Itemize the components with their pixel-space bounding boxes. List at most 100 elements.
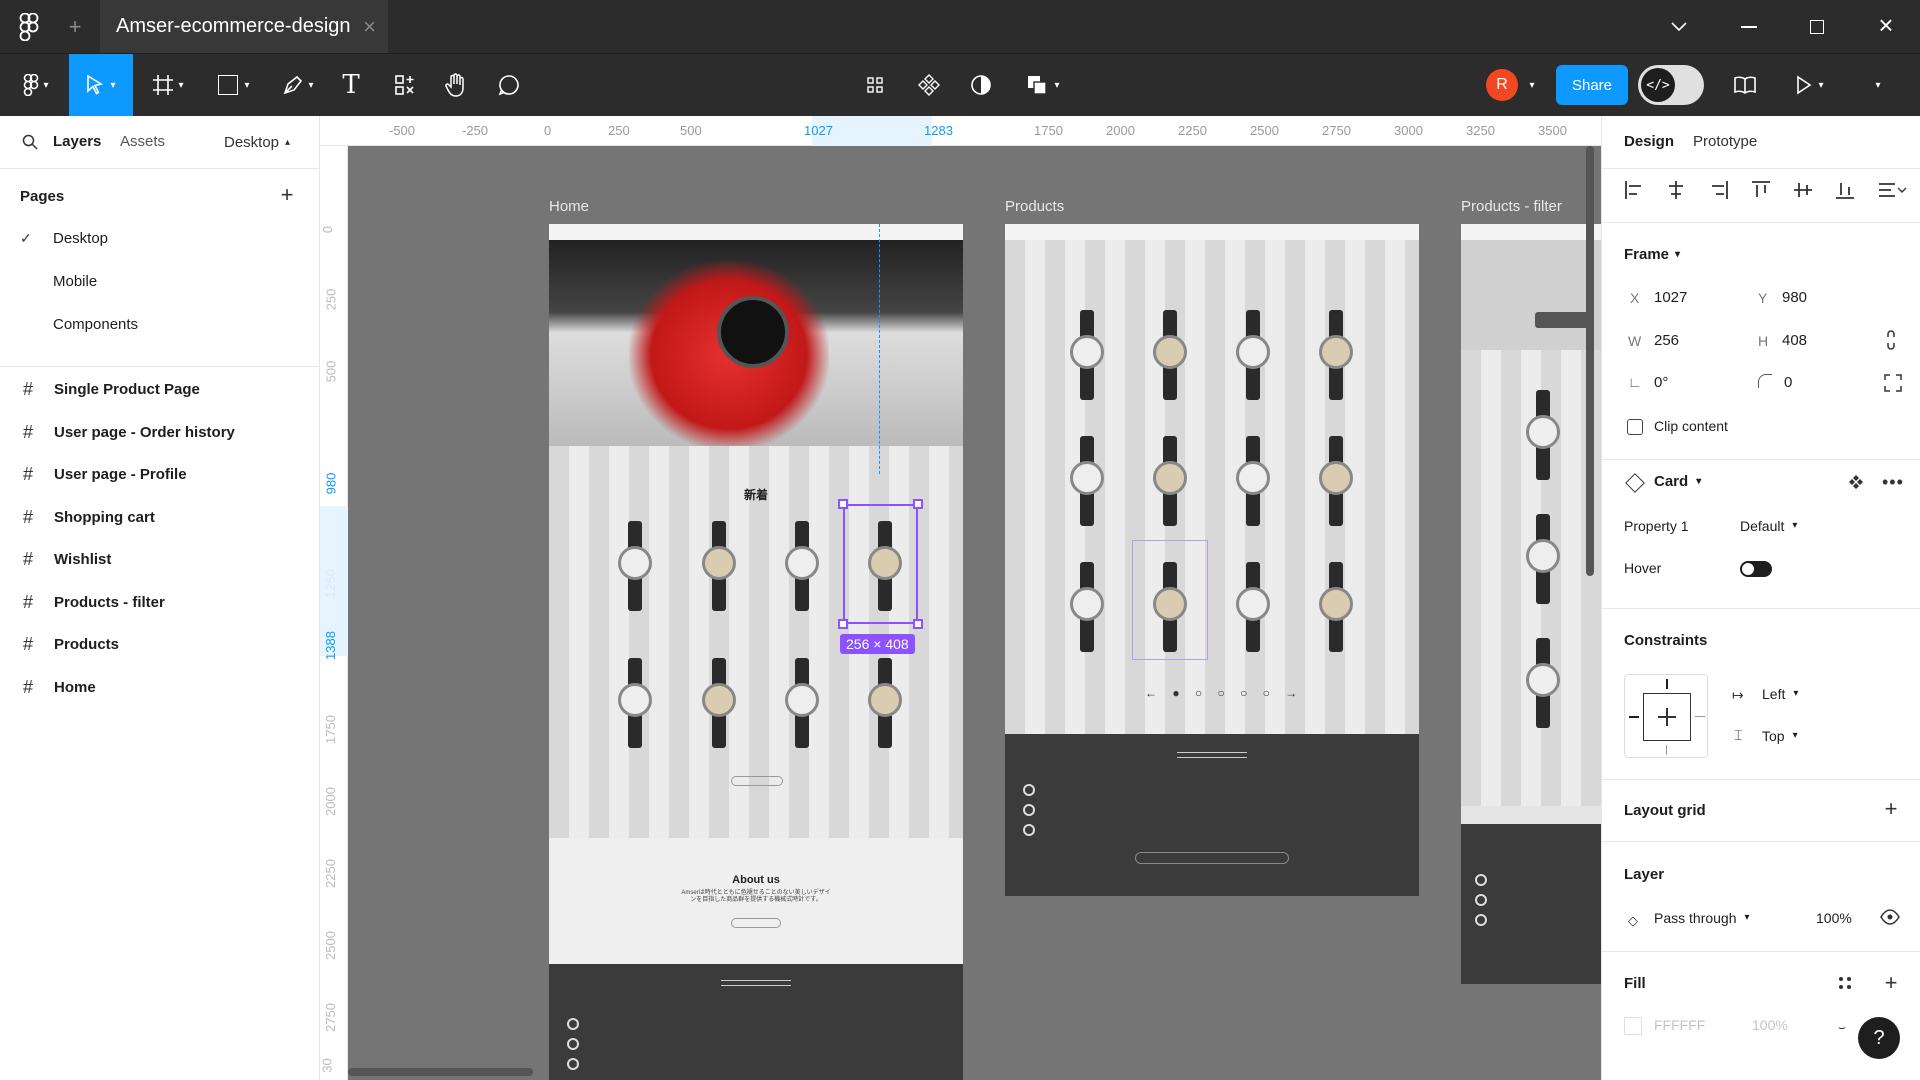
frame-section-header[interactable]: Frame ▾ bbox=[1624, 246, 1680, 264]
align-right-icon[interactable] bbox=[1709, 180, 1731, 202]
radius-field[interactable]: 0 bbox=[1784, 374, 1792, 391]
align-left-icon[interactable] bbox=[1624, 180, 1646, 202]
chevron-down-icon[interactable] bbox=[1666, 14, 1692, 40]
vertical-constraint-dropdown[interactable]: Top ▾ bbox=[1762, 728, 1798, 744]
main-menu-icon[interactable]: ▾ bbox=[16, 70, 56, 100]
frame-label-products[interactable]: Products bbox=[1005, 198, 1064, 215]
social-icon[interactable] bbox=[567, 1038, 579, 1050]
selection-box[interactable] bbox=[843, 504, 918, 624]
resize-handle[interactable] bbox=[913, 619, 923, 629]
page-item-components[interactable]: Components bbox=[53, 316, 138, 334]
product-watch[interactable] bbox=[1150, 436, 1190, 526]
pen-tool-icon[interactable]: ▾ bbox=[276, 70, 320, 100]
layer-item-order-history[interactable]: # User page - Order history bbox=[20, 422, 235, 443]
property-dropdown[interactable]: Default ▾ bbox=[1740, 518, 1797, 534]
product-watch[interactable] bbox=[615, 658, 655, 748]
about-more-button[interactable] bbox=[731, 918, 781, 928]
w-field[interactable]: 256 bbox=[1654, 332, 1679, 349]
styles-icon[interactable] bbox=[1838, 976, 1856, 994]
more-options-icon[interactable]: ••• bbox=[1882, 472, 1904, 493]
frame-tool-icon[interactable]: ▾ bbox=[146, 70, 190, 100]
product-watch[interactable] bbox=[782, 521, 822, 611]
product-watch[interactable] bbox=[1523, 514, 1563, 604]
social-icon[interactable] bbox=[567, 1058, 579, 1070]
page-selector[interactable]: Desktop ▴ bbox=[224, 134, 290, 152]
product-watch[interactable] bbox=[1067, 436, 1107, 526]
eye-icon[interactable] bbox=[1880, 909, 1902, 927]
library-icon[interactable] bbox=[1730, 70, 1760, 100]
layer-item-profile[interactable]: # User page - Profile bbox=[20, 464, 187, 485]
hover-toggle[interactable] bbox=[1740, 561, 1772, 577]
zoom-dropdown[interactable]: ▾ bbox=[1850, 70, 1900, 100]
tab-layers[interactable]: Layers bbox=[53, 133, 101, 150]
share-button[interactable]: Share bbox=[1556, 65, 1628, 105]
product-watch[interactable] bbox=[1523, 390, 1563, 480]
go-to-main-component-icon[interactable] bbox=[1848, 474, 1866, 492]
layer-item-shopping-cart[interactable]: # Shopping cart bbox=[20, 507, 155, 528]
product-watch[interactable] bbox=[699, 521, 739, 611]
fill-opacity-field[interactable]: 100% bbox=[1752, 1017, 1788, 1033]
maximize-icon[interactable] bbox=[1804, 14, 1830, 40]
social-icon[interactable] bbox=[1023, 804, 1035, 816]
align-center-v-icon[interactable] bbox=[1793, 180, 1815, 202]
products-filter-frame[interactable] bbox=[1461, 224, 1601, 984]
product-watch[interactable] bbox=[1316, 436, 1356, 526]
create-component-icon[interactable] bbox=[914, 70, 944, 100]
fill-hex-field[interactable]: FFFFFF bbox=[1654, 1017, 1705, 1033]
product-watch[interactable] bbox=[782, 658, 822, 748]
layer-item-wishlist[interactable]: # Wishlist bbox=[20, 549, 111, 570]
independent-corners-icon[interactable] bbox=[1884, 374, 1902, 392]
product-watch[interactable] bbox=[1067, 562, 1107, 652]
social-icon[interactable] bbox=[1475, 914, 1487, 926]
product-watch[interactable] bbox=[615, 521, 655, 611]
product-watch[interactable] bbox=[865, 658, 905, 748]
rotation-field[interactable]: 0° bbox=[1654, 374, 1668, 391]
layer-item-home[interactable]: # Home bbox=[20, 677, 96, 698]
product-watch[interactable] bbox=[1316, 562, 1356, 652]
resize-handle[interactable] bbox=[838, 499, 848, 509]
product-watch[interactable] bbox=[1067, 310, 1107, 400]
avatar-chevron-icon[interactable]: ▾ bbox=[1524, 70, 1540, 100]
product-watch[interactable] bbox=[1523, 638, 1563, 728]
blend-mode-dropdown[interactable]: Pass through ▾ bbox=[1654, 910, 1750, 926]
layer-item-products[interactable]: # Products bbox=[20, 634, 119, 655]
products-frame[interactable]: ← ● ○ ○ ○ ○ → bbox=[1005, 224, 1419, 896]
add-layout-grid-icon[interactable]: + bbox=[1880, 796, 1902, 821]
social-icon[interactable] bbox=[1023, 824, 1035, 836]
file-tab[interactable]: Amser-ecommerce-design × bbox=[100, 0, 388, 53]
product-watch[interactable] bbox=[1316, 310, 1356, 400]
align-bottom-icon[interactable] bbox=[1835, 180, 1857, 202]
filter-button[interactable] bbox=[1535, 312, 1593, 328]
product-watch[interactable] bbox=[1233, 310, 1273, 400]
y-field[interactable]: 980 bbox=[1782, 289, 1807, 306]
frame-label-home[interactable]: Home bbox=[549, 198, 589, 215]
layer-opacity-field[interactable]: 100% bbox=[1816, 910, 1852, 926]
social-icon[interactable] bbox=[1475, 874, 1487, 886]
present-icon[interactable]: ▾ bbox=[1788, 70, 1832, 100]
canvas[interactable]: Home Products Products - filter 新着 About… bbox=[348, 146, 1601, 1080]
fill-swatch[interactable] bbox=[1624, 1017, 1642, 1035]
product-watch[interactable] bbox=[1150, 310, 1190, 400]
figma-logo-icon[interactable] bbox=[14, 12, 44, 42]
horizontal-constraint-dropdown[interactable]: Left ▾ bbox=[1762, 686, 1798, 702]
page-item-desktop[interactable]: ✓ Desktop bbox=[20, 230, 108, 247]
close-window-icon[interactable]: × bbox=[1873, 10, 1899, 40]
move-tool-icon[interactable]: ▾ bbox=[69, 54, 133, 116]
help-icon[interactable]: ? bbox=[1858, 1017, 1900, 1059]
minimize-icon[interactable] bbox=[1736, 14, 1762, 40]
layer-item-single-product-page[interactable]: # Single Product Page bbox=[20, 379, 200, 400]
h-field[interactable]: 408 bbox=[1782, 332, 1807, 349]
close-tab-icon[interactable]: × bbox=[363, 14, 376, 40]
view-more-button[interactable] bbox=[731, 776, 783, 786]
vertical-scrollbar[interactable] bbox=[1586, 146, 1594, 576]
social-icon[interactable] bbox=[567, 1018, 579, 1030]
newsletter-input[interactable] bbox=[1135, 852, 1289, 864]
tab-assets[interactable]: Assets bbox=[120, 133, 165, 150]
tab-design[interactable]: Design bbox=[1624, 133, 1674, 150]
page-item-mobile[interactable]: Mobile bbox=[53, 273, 97, 291]
search-icon[interactable] bbox=[20, 132, 40, 152]
comment-tool-icon[interactable] bbox=[494, 70, 524, 100]
dev-mode-toggle[interactable]: </> bbox=[1638, 65, 1704, 105]
x-field[interactable]: 1027 bbox=[1654, 289, 1687, 306]
horizontal-scrollbar[interactable] bbox=[348, 1068, 533, 1076]
